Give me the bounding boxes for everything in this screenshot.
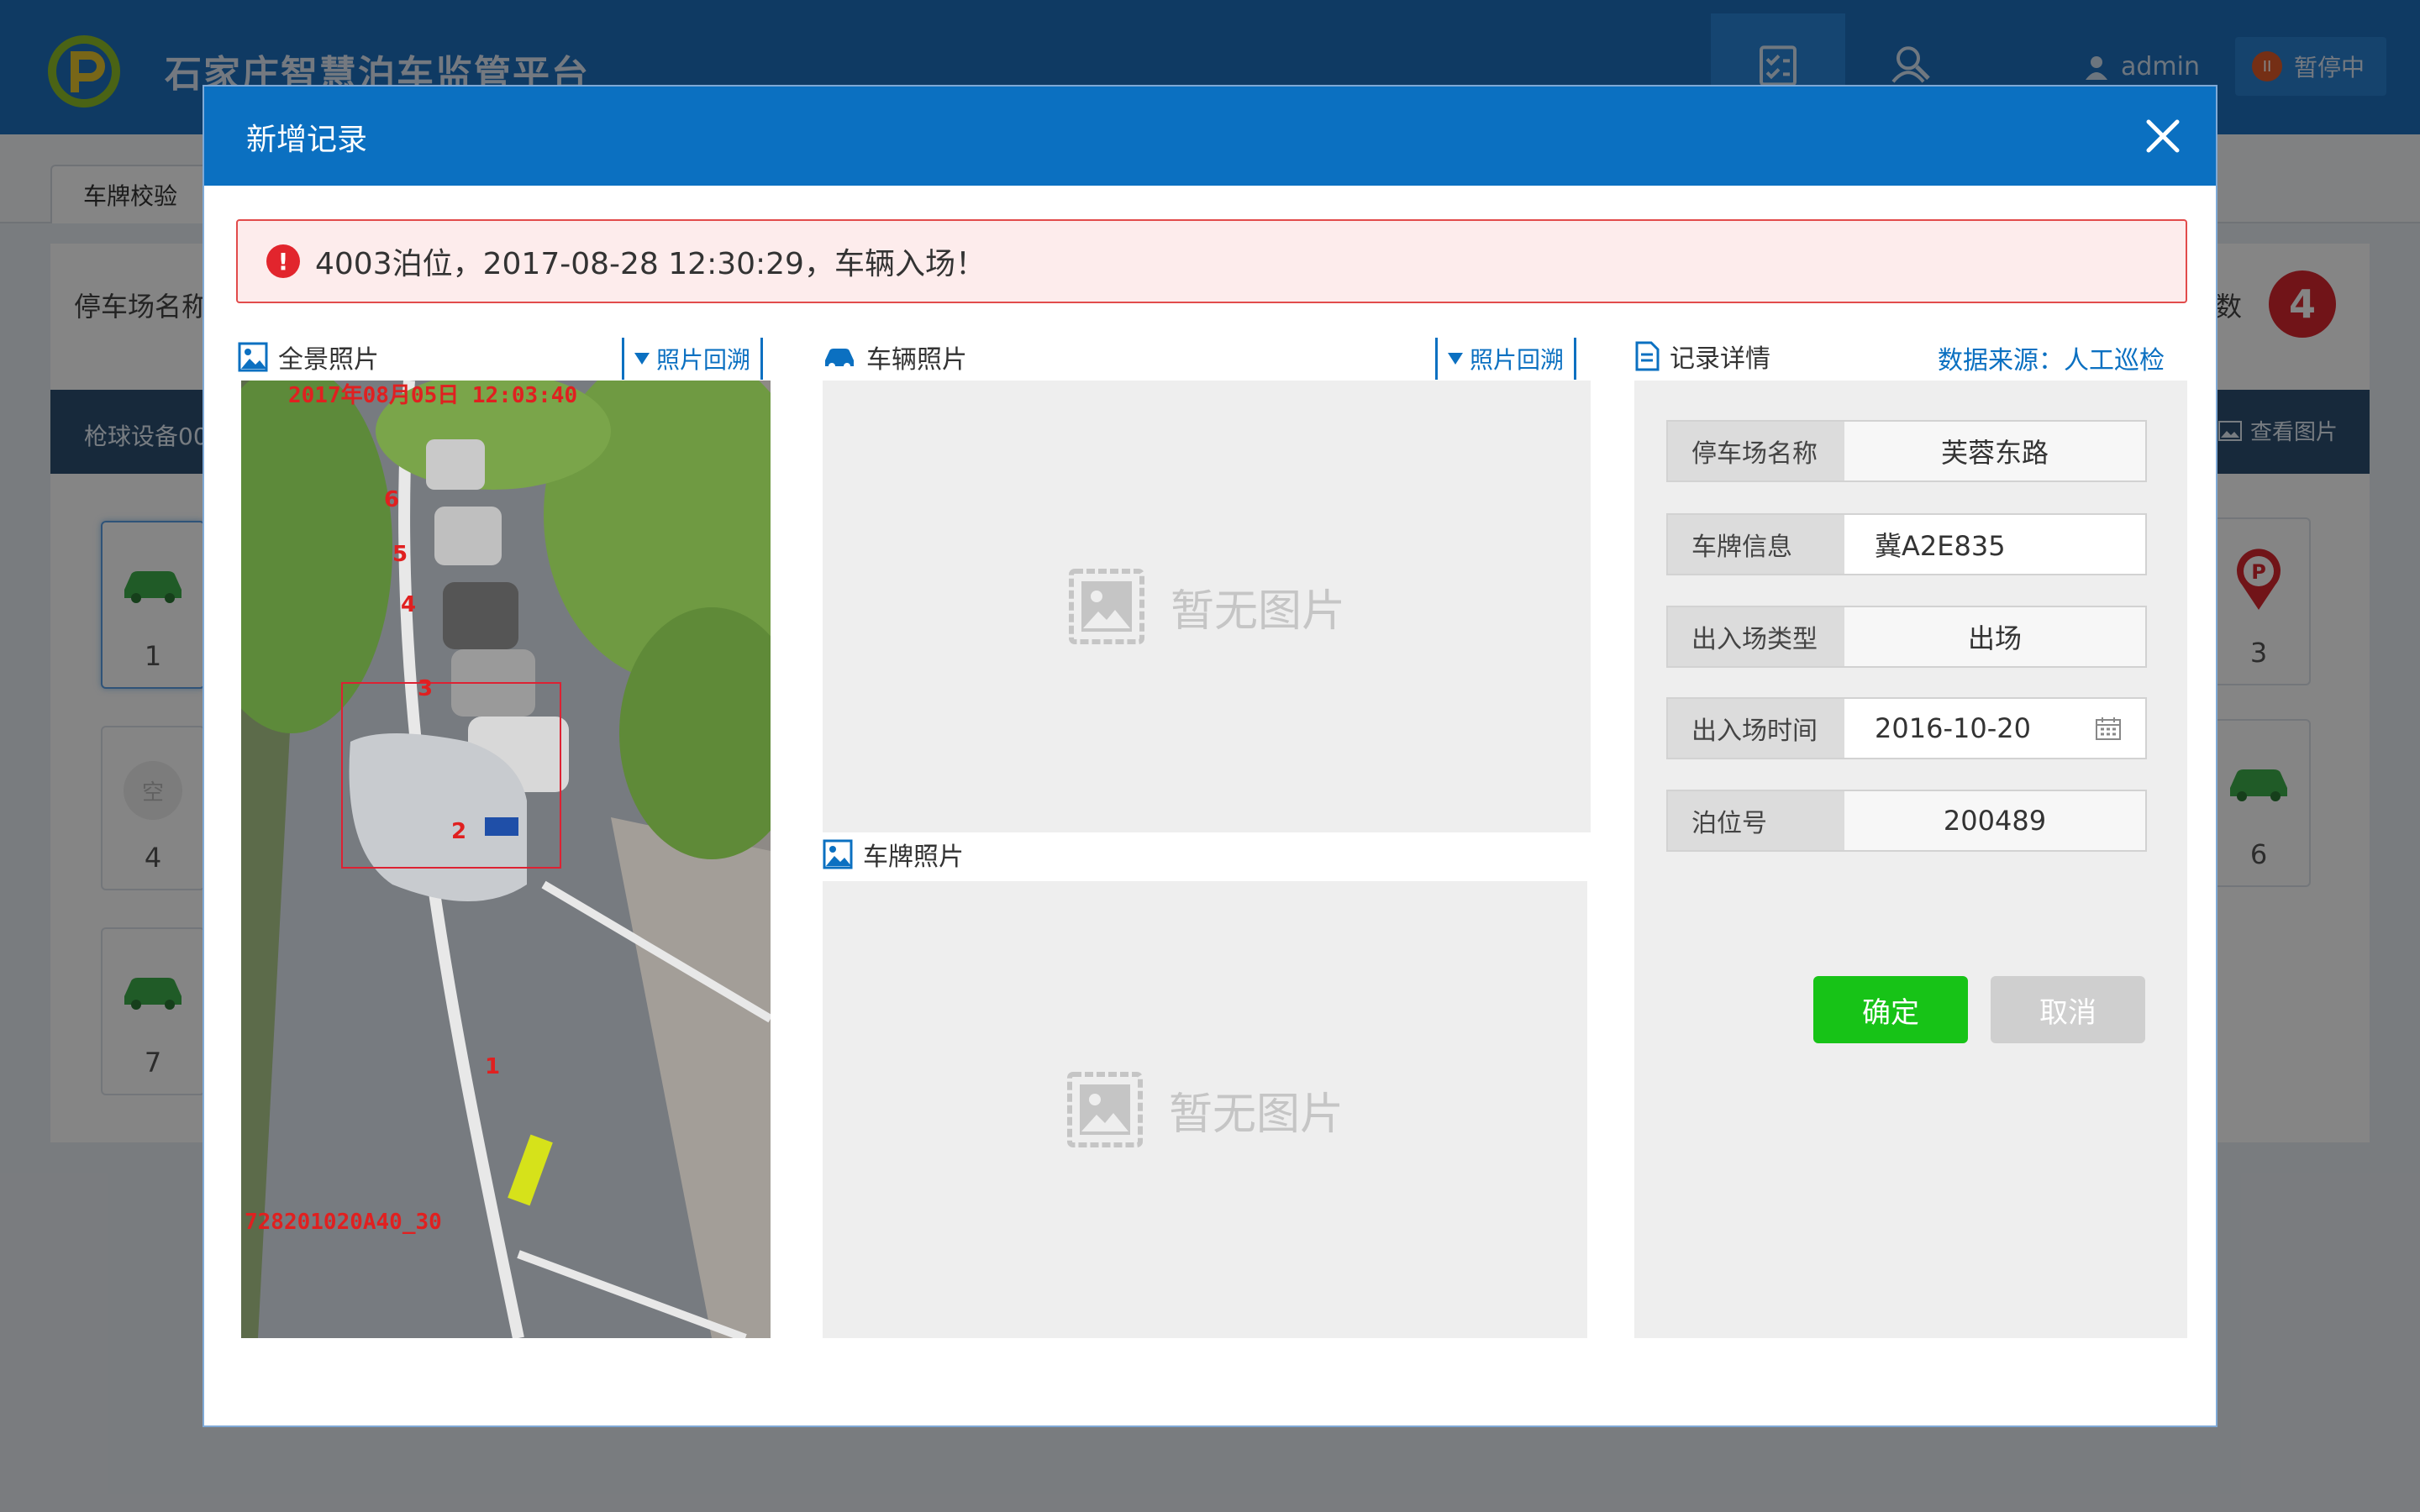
close-icon[interactable]: [2142, 115, 2184, 157]
placeholder-text: 暂无图片: [1168, 1089, 1344, 1140]
entry-type-field[interactable]: 出入场类型 出场: [1666, 606, 2147, 668]
add-record-dialog: 新增记录 ! 4003泊位，2017-08-28 12:30:29，车辆入场！ …: [203, 85, 2217, 1427]
entry-time-input[interactable]: 2016-10-20: [1844, 699, 2145, 758]
slot-mark: 6: [384, 487, 399, 512]
parking-lot-value: 芙蓉东路: [1844, 422, 2145, 480]
vehicle-photo[interactable]: 暂无图片: [823, 381, 1591, 832]
cancel-button[interactable]: 取消: [1991, 976, 2145, 1043]
image-placeholder-icon: [1066, 1072, 1143, 1147]
plate-input[interactable]: 冀A2E835: [1844, 515, 2145, 574]
field-label: 出入场类型: [1668, 607, 1844, 666]
entry-time-field[interactable]: 出入场时间 2016-10-20: [1666, 697, 2147, 759]
placeholder-text: 暂无图片: [1170, 585, 1346, 637]
panorama-trace-button[interactable]: 照片回溯: [622, 338, 764, 380]
photo-timestamp: 2017年08月05日 12:03:40: [288, 382, 577, 408]
dialog-header: 新增记录: [204, 87, 2216, 186]
plate-title: 车牌照片: [863, 843, 964, 872]
field-label: 车牌信息: [1668, 515, 1844, 574]
panorama-photo[interactable]: 6 5 4 3 2 1 2017年08月05日 12:03:40 7282010…: [241, 381, 771, 1338]
entry-type-select[interactable]: 出场: [1844, 607, 2145, 666]
photo-device-code: 728201020A40_30: [245, 1210, 442, 1235]
parking-lot-field: 停车场名称 芙蓉东路: [1666, 420, 2147, 482]
triangle-down-icon: [1448, 353, 1463, 365]
field-label: 出入场时间: [1668, 699, 1844, 758]
street-scene-image: 6 5 4 3 2 1 2017年08月05日 12:03:40 7282010…: [241, 381, 771, 1338]
panorama-header: 全景照片: [238, 339, 379, 375]
plate-photo[interactable]: 暂无图片: [823, 881, 1587, 1338]
exclamation-icon: !: [266, 244, 300, 278]
field-label: 泊位号: [1668, 791, 1844, 850]
image-icon: [238, 342, 268, 372]
data-source: 数据来源：人工巡检: [1938, 346, 2165, 375]
alert-message: ! 4003泊位，2017-08-28 12:30:29，车辆入场！: [236, 219, 2187, 303]
detail-title: 记录详情: [1670, 344, 1770, 374]
vehicle-title: 车辆照片: [866, 345, 967, 375]
detail-panel: 停车场名称 芙蓉东路 车牌信息 冀A2E835 出入场类型 出场 出入场时间 2…: [1634, 381, 2187, 1338]
trace-label: 照片回溯: [1470, 346, 1565, 374]
document-icon: [1635, 341, 1660, 371]
plate-field[interactable]: 车牌信息 冀A2E835: [1666, 513, 2147, 575]
detail-header: 记录详情: [1634, 338, 1770, 375]
no-image-placeholder: 暂无图片: [1066, 1071, 1344, 1148]
berth-number-input[interactable]: 200489: [1844, 791, 2145, 850]
dialog-title: 新增记录: [246, 123, 368, 157]
panorama-title: 全景照片: [278, 345, 379, 375]
berth-number-field[interactable]: 泊位号 200489: [1666, 790, 2147, 852]
entry-time-value: 2016-10-20: [1875, 712, 2031, 744]
calendar-icon[interactable]: [2095, 716, 2122, 741]
confirm-button[interactable]: 确定: [1813, 976, 1968, 1043]
trace-label: 照片回溯: [656, 346, 751, 374]
vehicle-trace-button[interactable]: 照片回溯: [1435, 338, 1577, 380]
alert-text: 4003泊位，2017-08-28 12:30:29，车辆入场！: [315, 247, 986, 281]
slot-mark: 1: [485, 1054, 500, 1079]
plate-header: 车牌照片: [823, 836, 964, 873]
slot-mark: 5: [392, 542, 408, 567]
image-icon: [823, 839, 853, 869]
no-image-placeholder: 暂无图片: [1068, 568, 1345, 645]
car-icon: [825, 349, 854, 370]
slot-mark: 4: [401, 592, 416, 617]
slot-mark: 2: [451, 819, 466, 844]
triangle-down-icon: [634, 353, 650, 365]
field-label: 停车场名称: [1668, 422, 1844, 480]
vehicle-header: 车辆照片: [823, 339, 967, 375]
slot-mark: 3: [418, 676, 433, 701]
image-placeholder-icon: [1068, 569, 1144, 644]
